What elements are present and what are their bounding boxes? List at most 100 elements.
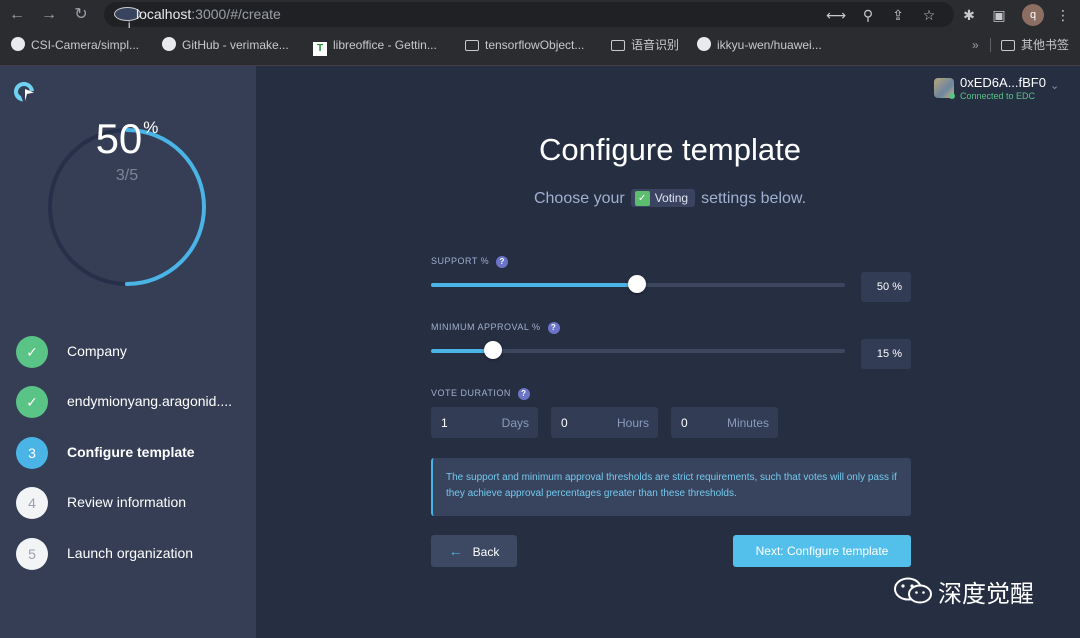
step-check-icon: ✓	[16, 386, 48, 418]
step-check-icon: ✓	[16, 336, 48, 368]
back-button[interactable]: ← Back	[431, 535, 517, 567]
threshold-info-box: The support and minimum approval thresho…	[431, 458, 911, 516]
support-value-field[interactable]: 50 %	[861, 272, 911, 302]
back-arrow-icon[interactable]: ←	[6, 4, 28, 26]
bookmark-label: ikkyu-wen/huawei...	[717, 38, 822, 52]
aragon-logo-icon[interactable]	[12, 80, 36, 104]
step-configure-template[interactable]: 3 Configure template	[16, 437, 251, 469]
bookmarks-bar: CSI-Camera/simpl... GitHub - verimake...…	[0, 32, 1080, 58]
forward-arrow-icon[interactable]: →	[38, 4, 60, 26]
template-name: Voting	[654, 191, 689, 205]
profile-avatar[interactable]: q	[1022, 4, 1044, 26]
wechat-logo-icon	[894, 577, 932, 604]
folder-icon	[465, 40, 479, 51]
bookmarks-overflow-button[interactable]: »	[972, 36, 979, 54]
progress-percent: 50%	[46, 115, 208, 163]
github-icon	[11, 37, 25, 51]
min-approval-slider[interactable]	[431, 341, 845, 359]
duration-hours-input[interactable]: 0 Hours	[551, 407, 658, 438]
side-panel-icon[interactable]: ▣	[988, 4, 1010, 26]
step-number: 5	[16, 538, 48, 570]
bookmark-item[interactable]: ikkyu-wen/huawei...	[697, 36, 822, 54]
step-label: endymionyang.aragonid....	[67, 393, 232, 409]
libreoffice-icon: T	[313, 42, 327, 56]
support-label: SUPPORT %?	[431, 256, 509, 268]
progress-symbol: %	[143, 118, 159, 137]
page-title: Configure template	[539, 132, 801, 167]
watermark-text: 深度觉醒	[938, 581, 1034, 608]
min-approval-label: MINIMUM APPROVAL %?	[431, 322, 560, 334]
account-address: 0xED6A...fBF0	[960, 75, 1046, 90]
step-label: Review information	[67, 494, 187, 510]
account-avatar	[934, 78, 955, 99]
arrow-left-icon: ←	[448, 543, 463, 559]
step-launch-organization[interactable]: 5 Launch organization	[16, 538, 251, 570]
duration-days-input[interactable]: 1 Days	[431, 407, 538, 438]
bookmark-item[interactable]: 语音识别	[611, 36, 679, 54]
extensions-icon[interactable]: ✱	[958, 4, 980, 26]
translate-icon[interactable]: ⟷	[826, 5, 846, 25]
account-badge[interactable]: 0xED6A...fBF0 Connected to EDC ⌄	[934, 75, 1064, 102]
bookmark-item[interactable]: CSI-Camera/simpl...	[11, 36, 139, 54]
minutes-value: 0	[681, 416, 688, 430]
duration-minutes-input[interactable]: 0 Minutes	[671, 407, 778, 438]
chevron-down-icon: ⌄	[1050, 80, 1060, 92]
support-slider-fill	[431, 283, 637, 287]
other-bookmarks[interactable]: 其他书签	[1001, 36, 1069, 54]
help-icon[interactable]: ?	[547, 322, 560, 334]
min-approval-label-text: MINIMUM APPROVAL %	[431, 322, 541, 332]
vote-duration-label-text: VOTE DURATION	[431, 388, 511, 398]
bookmark-star-icon[interactable]: ☆	[919, 5, 939, 25]
progress-fraction: 3/5	[115, 167, 139, 184]
connection-status: Connected to EDC	[960, 91, 1036, 101]
address-bar[interactable]: i localhost:3000/#/create ⟷ ⚲ ⇪ ☆	[104, 2, 954, 30]
step-number: 4	[16, 487, 48, 519]
support-slider-handle[interactable]	[627, 275, 646, 293]
menu-kebab-icon[interactable]: ⋮	[1052, 4, 1074, 26]
step-label: Company	[67, 343, 127, 359]
subtitle-suffix: settings below.	[701, 190, 807, 207]
bookmark-label: tensorflowObject...	[485, 38, 585, 52]
help-icon[interactable]: ?	[496, 256, 509, 268]
github-icon	[162, 37, 176, 51]
next-button[interactable]: Next: Configure template	[733, 535, 911, 567]
bookmark-item[interactable]: GitHub - verimake...	[162, 36, 289, 54]
folder-icon	[1001, 40, 1015, 51]
step-label: Configure template	[67, 444, 195, 460]
back-button-label: Back	[472, 545, 500, 559]
reload-icon[interactable]: ↻	[70, 4, 92, 26]
min-approval-value-field[interactable]: 15 %	[861, 339, 911, 369]
bookmarks-divider	[990, 38, 991, 52]
help-icon[interactable]: ?	[517, 388, 530, 400]
step-company[interactable]: ✓ Company	[16, 336, 251, 368]
zoom-icon[interactable]: ⚲	[858, 5, 878, 25]
page-subtitle: Choose your ✓ Voting settings below.	[500, 189, 840, 208]
support-slider[interactable]	[431, 275, 845, 293]
support-label-text: SUPPORT %	[431, 256, 490, 266]
browser-toolbar: ← → ↻ i localhost:3000/#/create ⟷ ⚲ ⇪ ☆ …	[0, 0, 1080, 30]
github-icon	[697, 37, 711, 51]
url-path: :3000/#/create	[191, 6, 281, 22]
bookmark-label: 语音识别	[631, 38, 680, 52]
bookmark-item[interactable]: tensorflowObject...	[465, 36, 584, 54]
step-domain[interactable]: ✓ endymionyang.aragonid....	[16, 386, 251, 418]
share-icon[interactable]: ⇪	[888, 5, 908, 25]
vote-duration-label: VOTE DURATION?	[431, 388, 530, 400]
step-number: 3	[16, 437, 48, 469]
bookmark-label: CSI-Camera/simpl...	[31, 38, 140, 52]
voting-app-icon: ✓	[634, 191, 650, 206]
template-chip: ✓ Voting	[630, 189, 696, 207]
url-text[interactable]: localhost:3000/#/create	[136, 6, 281, 22]
step-label: Launch organization	[67, 545, 194, 561]
progress-value: 50	[95, 115, 143, 162]
hours-unit: Hours	[616, 416, 649, 430]
bookmark-item[interactable]: Tlibreoffice - Gettin...	[313, 36, 437, 56]
other-bookmarks-label: 其他书签	[1021, 38, 1070, 52]
min-approval-slider-handle[interactable]	[483, 341, 502, 359]
step-review-information[interactable]: 4 Review information	[16, 487, 251, 519]
days-value: 1	[441, 416, 448, 430]
browser-chrome: ← → ↻ i localhost:3000/#/create ⟷ ⚲ ⇪ ☆ …	[0, 0, 1080, 66]
folder-icon	[611, 40, 625, 51]
url-host: localhost	[136, 6, 192, 22]
hours-value: 0	[561, 416, 568, 430]
